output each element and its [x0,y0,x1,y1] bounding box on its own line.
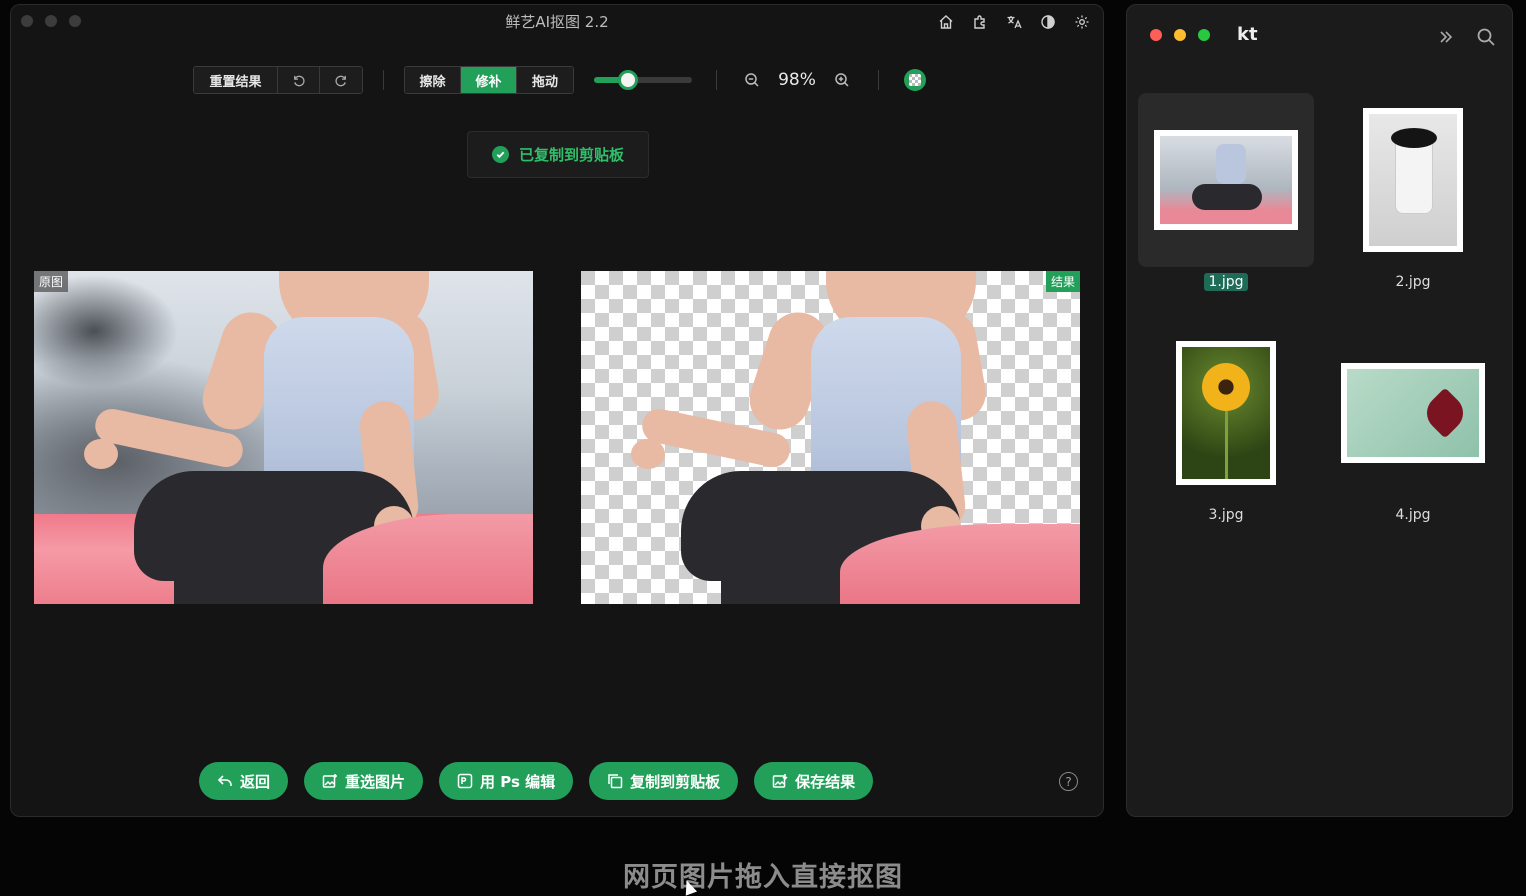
file-name: 4.jpg [1395,507,1431,523]
toolbar-divider [383,70,384,90]
file-name: 3.jpg [1208,507,1244,523]
copied-toast: 已复制到剪贴板 [467,131,649,178]
title-bar-tools [933,11,1095,33]
background-color-button[interactable] [904,69,926,91]
original-image-pane[interactable]: 原图 [34,271,533,604]
close-window-button[interactable] [1150,29,1162,41]
undo-button[interactable] [278,67,320,93]
file-item[interactable]: 4.jpg [1325,326,1501,524]
zoom-controls: 98% [741,69,853,91]
gear-icon[interactable] [1069,11,1095,33]
video-caption: 网页图片拖入直接抠图 [623,862,903,893]
zoom-out-icon[interactable] [741,69,763,91]
undo-icon [294,75,305,86]
toast-message: 已复制到剪贴板 [518,146,624,164]
file-card [1138,93,1314,267]
slider-handle[interactable] [618,70,639,90]
edit-in-ps-button[interactable]: 用 Ps 编辑 [439,762,574,800]
help-button[interactable]: ? [1059,772,1078,791]
translate-icon[interactable] [1001,11,1027,33]
chevron-double-right-icon[interactable] [1434,25,1458,49]
action-bar: 返回 重选图片 用 Ps 编辑 复制到剪贴板 保存结果 [199,762,874,800]
file-card [1325,93,1501,267]
zoom-in-icon[interactable] [831,69,853,91]
file-card [1325,326,1501,500]
reset-result-button[interactable]: 重置结果 [194,67,278,93]
plugin-icon[interactable] [967,11,993,33]
original-tag: 原图 [34,271,69,292]
theme-icon[interactable] [1035,11,1061,33]
home-icon[interactable] [933,11,959,33]
zoom-level: 98% [778,70,816,90]
file-browser-window: kt 1.jpg 2.jpg 3.jpg 4.jpg [1126,4,1513,817]
ps-icon [457,773,473,789]
back-button[interactable]: 返回 [199,762,289,800]
brush-size-slider[interactable] [594,65,692,95]
mode-group: 擦除 修补 拖动 [404,66,574,94]
folder-title: kt [1237,24,1258,45]
finder-tools [1434,25,1498,49]
file-thumbnail [1341,363,1485,463]
mode-repair-button[interactable]: 修补 [461,67,517,93]
redo-icon [334,75,346,86]
editor-toolbar: 重置结果 擦除 修补 拖动 98% [193,65,926,95]
file-name: 1.jpg [1204,273,1248,291]
redo-button[interactable] [320,67,362,93]
back-arrow-icon [217,775,232,786]
file-thumbnail [1363,108,1463,252]
save-result-button[interactable]: 保存结果 [754,762,874,800]
file-name: 2.jpg [1395,274,1431,290]
image-save-icon [772,774,788,788]
toolbar-divider [878,70,879,90]
transparent-swatch-icon [909,74,921,86]
file-card [1138,326,1314,500]
history-group: 重置结果 [193,66,363,94]
mode-erase-button[interactable]: 擦除 [405,67,461,93]
minimize-window-button[interactable] [1174,29,1186,41]
result-image-pane[interactable]: 结果 [581,271,1080,604]
file-item[interactable]: 2.jpg [1325,93,1501,291]
reselect-image-button[interactable]: 重选图片 [304,762,424,800]
editor-window: 鲜艺AI抠图 2.2 重置结果 擦除 修补 拖动 98% 已复制到剪贴板 原图 … [10,4,1104,817]
window-controls [1150,29,1210,41]
file-thumbnail [1176,341,1276,485]
copy-icon [608,774,623,789]
file-item[interactable]: 3.jpg [1138,326,1314,524]
zoom-window-button[interactable] [1198,29,1210,41]
check-circle-icon [491,146,509,163]
mode-drag-button[interactable]: 拖动 [517,67,573,93]
result-tag: 结果 [1045,271,1080,292]
copy-to-clipboard-button[interactable]: 复制到剪贴板 [589,762,739,800]
file-item[interactable]: 1.jpg [1138,93,1314,291]
search-icon[interactable] [1474,25,1498,49]
file-thumbnail [1154,130,1298,230]
image-add-icon [322,774,338,788]
toolbar-divider [716,70,717,90]
